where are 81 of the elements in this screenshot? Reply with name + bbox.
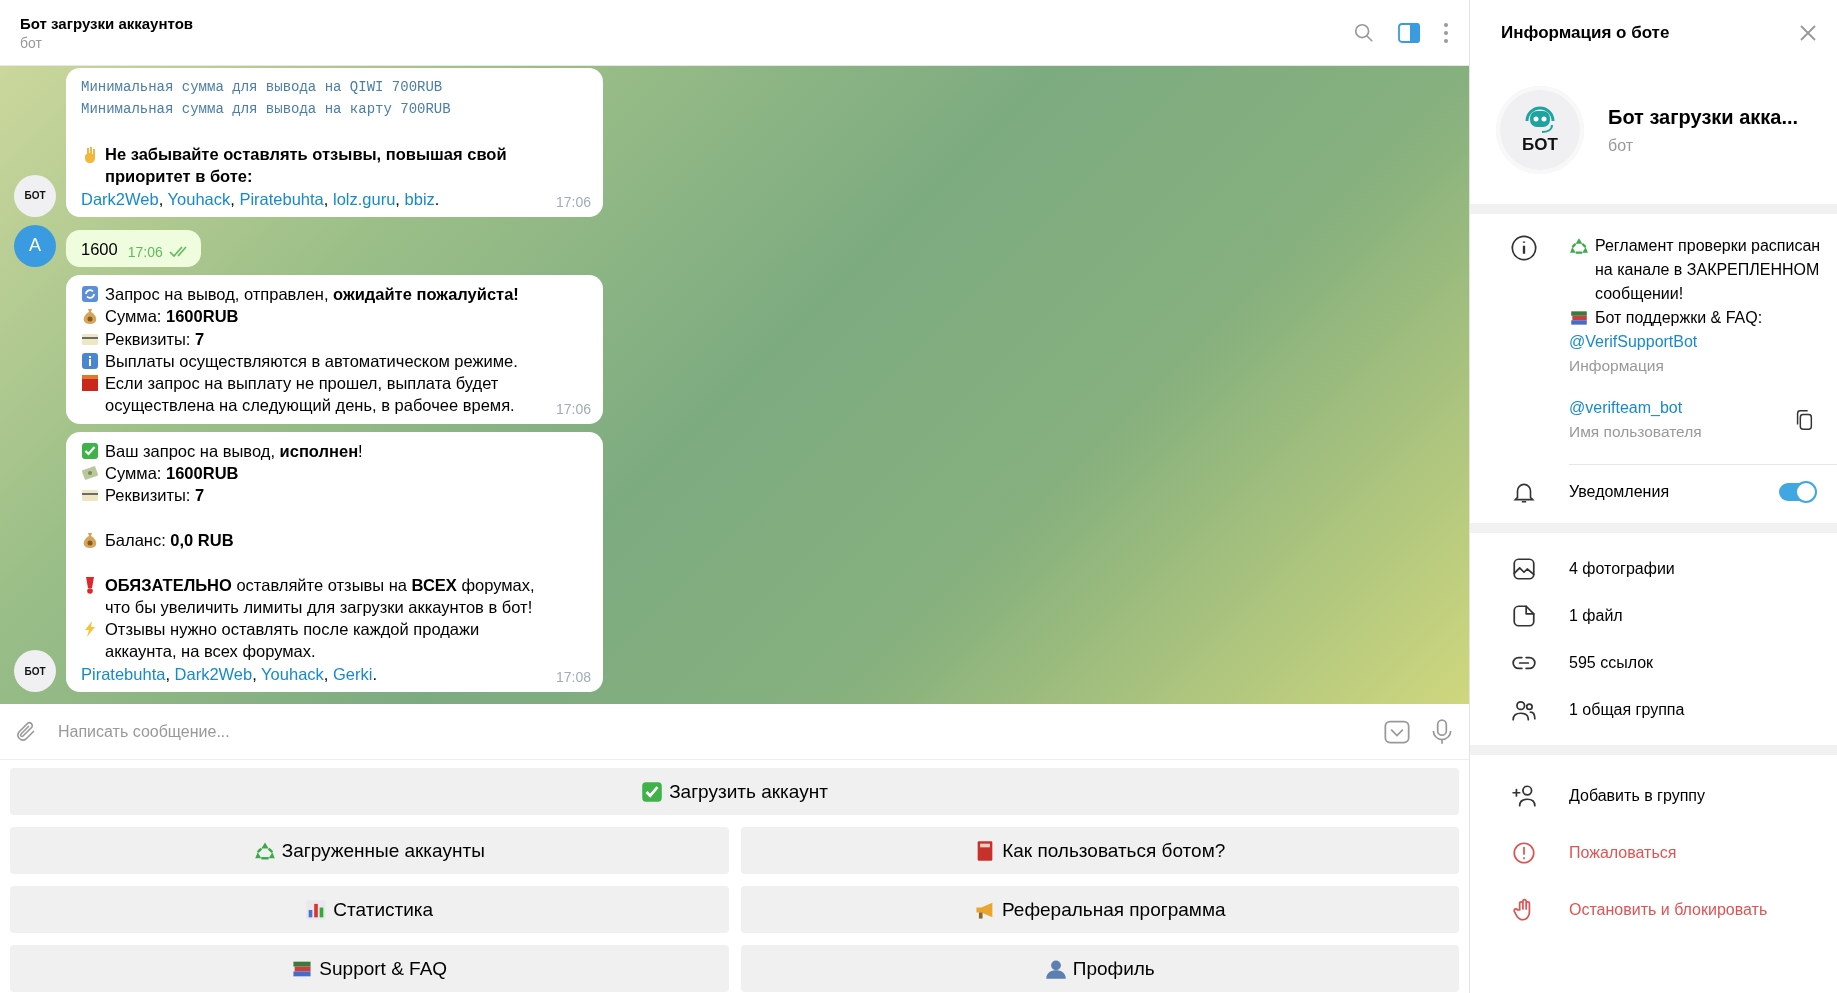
keyboard-button[interactable]: Статистика xyxy=(10,886,729,933)
link[interactable]: Piratebuhta xyxy=(239,189,324,208)
add-user-icon xyxy=(1510,782,1537,809)
message-text: Баланс: 0,0 RUB xyxy=(105,529,235,551)
close-icon[interactable] xyxy=(1799,24,1817,42)
link[interactable]: lolz.guru xyxy=(333,189,396,208)
support-link[interactable]: @VerifSupportBot xyxy=(1569,330,1823,354)
notifications-toggle[interactable] xyxy=(1779,483,1815,501)
links-text: Dark2Web, Youhack, Piratebuhta, lolz.guru, bbiz. xyxy=(81,188,441,210)
message-text: Реквизиты: 7 xyxy=(105,328,206,350)
link[interactable]: Piratebuhta xyxy=(81,664,166,683)
link[interactable]: Youhack xyxy=(167,189,231,208)
info-icon xyxy=(81,351,99,370)
square-icon xyxy=(81,374,99,393)
alert-icon xyxy=(1510,839,1537,866)
check-icon xyxy=(641,780,664,803)
links-text: Piratebuhta, Dark2Web, Youhack, Gerki. xyxy=(81,663,378,685)
media-item[interactable]: 1 общая группа xyxy=(1569,700,1837,719)
avatar[interactable]: БОТ xyxy=(14,174,56,217)
message-time: 17:08 xyxy=(555,669,591,685)
link[interactable]: bbiz xyxy=(404,189,435,208)
avatar[interactable]: БОТ xyxy=(14,650,56,692)
message-text: Выплаты осуществляются в автоматическом режиме. xyxy=(105,350,519,372)
books-icon xyxy=(1569,308,1589,328)
keyboard-button[interactable]: Как пользоваться ботом? xyxy=(740,827,1459,874)
username-link[interactable]: @verifteam_bot xyxy=(1569,396,1793,420)
message-text: ОБЯЗАТЕЛЬНО оставляйте отзывы на ВСЕХ форумах, что бы увеличить лимиты для загрузки аккаунтов в бот! xyxy=(105,574,536,618)
notifications-label: Уведомления xyxy=(1569,483,1671,501)
panel-title: Информация о боте xyxy=(1501,23,1671,43)
keyboard-button[interactable]: Профиль xyxy=(740,945,1459,992)
money-bag-icon xyxy=(81,307,99,326)
keyboard-button[interactable]: Загрузить аккаунт xyxy=(10,768,1459,815)
link[interactable]: Dark2Web xyxy=(174,664,253,683)
bot-name: Бот загрузки акка... xyxy=(1608,105,1799,129)
action-item[interactable]: Остановить и блокировать xyxy=(1569,900,1837,919)
keyboard-button[interactable]: Загруженные аккаунты xyxy=(10,827,729,874)
message-time: 17:06 xyxy=(555,193,591,210)
keyboard-button[interactable]: Support & FAQ xyxy=(10,945,729,992)
message-input[interactable]: Написать сообщение... xyxy=(56,721,1365,742)
chat-status: бот xyxy=(20,34,43,51)
money-bag-icon xyxy=(81,530,99,549)
sidebar-toggle-icon[interactable] xyxy=(1397,20,1421,45)
search-icon[interactable] xyxy=(1353,21,1375,44)
media-item[interactable]: 1 файл xyxy=(1569,606,1837,625)
message-text: Ваш запрос на вывод, исполнен! xyxy=(105,440,364,462)
action-item[interactable]: Пожаловаться xyxy=(1569,843,1837,862)
info-icon xyxy=(1509,234,1538,262)
field-label: Информация xyxy=(1569,356,1665,376)
message-text: Запрос на вывод, отправлен, ожидайте пожалуйста! xyxy=(105,283,520,305)
bot-subtitle: бот xyxy=(1608,136,1635,155)
link[interactable]: Youhack xyxy=(261,664,324,683)
refresh-icon xyxy=(81,284,99,303)
more-icon[interactable] xyxy=(1443,21,1449,44)
message-time: 17:06 xyxy=(127,243,163,260)
link[interactable]: Gerki xyxy=(333,664,373,683)
avatar-text: БОТ xyxy=(1522,135,1558,155)
message-text: Сумма: 1600RUB xyxy=(105,306,240,328)
message-text: 1600 xyxy=(81,238,118,260)
description-text: Бот поддержки & FAQ: xyxy=(1595,308,1763,328)
message-text: Не забывайте оставлять отзывы, повышая свой приоритет в боте: xyxy=(105,144,508,188)
document-icon xyxy=(1510,602,1537,629)
description-text: Регламент проверки расписан на канале в ЗАКРЕПЛЕННОМ сообщении! xyxy=(1595,236,1822,304)
link[interactable]: Dark2Web xyxy=(81,189,159,208)
message-text: Минимальная сумма для вывода на QIWI 700RUB xyxy=(81,78,444,98)
message-time: 17:06 xyxy=(555,400,591,417)
attach-icon[interactable] xyxy=(14,719,38,744)
image-icon xyxy=(1510,555,1537,582)
keyboard-button[interactable]: Реферальная программа xyxy=(740,886,1459,933)
bar-chart-icon xyxy=(305,898,328,921)
action-item[interactable]: Добавить в группу xyxy=(1569,786,1837,805)
message-text: Сумма: 1600RUB xyxy=(105,463,240,485)
media-item[interactable]: 4 фотографии xyxy=(1569,559,1837,578)
message-text: Если запрос на выплату не прошел, выплата будет осуществлена на следующий день, в рабочее время. xyxy=(105,373,516,417)
message-text: Реквизиты: 7 xyxy=(105,485,206,507)
media-item[interactable]: 595 ссылок xyxy=(1569,653,1837,672)
message-text: Минимальная сумма для вывода на карту 700RUB xyxy=(81,100,452,120)
field-label: Имя пользователя xyxy=(1569,422,1703,442)
message-text: Отзывы нужно оставлять после каждой продажи аккаунта, на всех форумах. xyxy=(105,619,481,663)
recycle-icon xyxy=(1569,236,1589,256)
check-icon xyxy=(81,441,99,460)
chat-title: Бот загрузки аккаунтов xyxy=(20,14,195,32)
